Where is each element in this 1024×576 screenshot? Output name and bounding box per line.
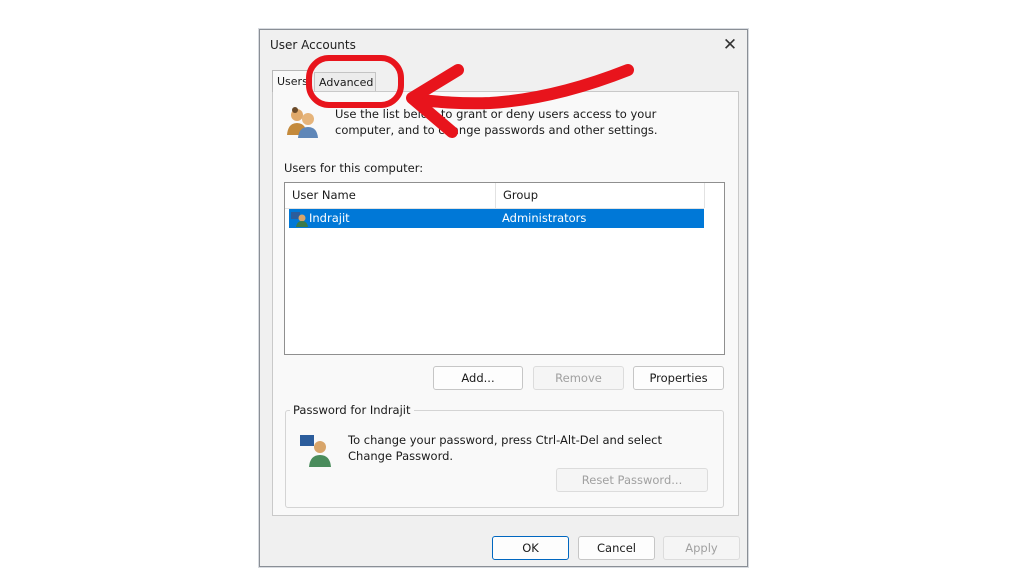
password-instructions: To change your password, press Ctrl-Alt-… [348, 433, 662, 463]
row-user-name: Indrajit [309, 211, 350, 225]
intro-text: Use the list below to grant or deny user… [335, 107, 658, 137]
properties-button[interactable]: Properties [633, 366, 724, 390]
users-list[interactable]: User Name Group Indrajit Administrators [284, 182, 725, 355]
list-header: User Name Group [285, 183, 705, 209]
add-button[interactable]: Add... [433, 366, 523, 390]
column-header-user-name[interactable]: User Name [285, 183, 496, 208]
reset-password-button[interactable]: Reset Password... [556, 468, 708, 492]
cancel-button[interactable]: Cancel [578, 536, 655, 560]
window-title: User Accounts [270, 38, 356, 52]
column-header-group[interactable]: Group [496, 183, 705, 208]
user-key-icon [300, 435, 331, 467]
tab-advanced[interactable]: Advanced [314, 72, 376, 92]
password-group-label: Password for Indrajit [290, 403, 414, 417]
users-list-label: Users for this computer: [284, 161, 424, 175]
apply-button[interactable]: Apply [663, 536, 740, 560]
close-icon[interactable]: ✕ [719, 34, 741, 56]
title-bar: User Accounts ✕ [260, 30, 747, 62]
users-icon [287, 107, 318, 138]
remove-button[interactable]: Remove [533, 366, 624, 390]
tab-users[interactable]: Users [272, 70, 309, 92]
row-group: Administrators [502, 211, 587, 225]
ok-button[interactable]: OK [492, 536, 569, 560]
table-row[interactable]: Indrajit Administrators [289, 209, 704, 228]
user-icon [291, 212, 308, 227]
